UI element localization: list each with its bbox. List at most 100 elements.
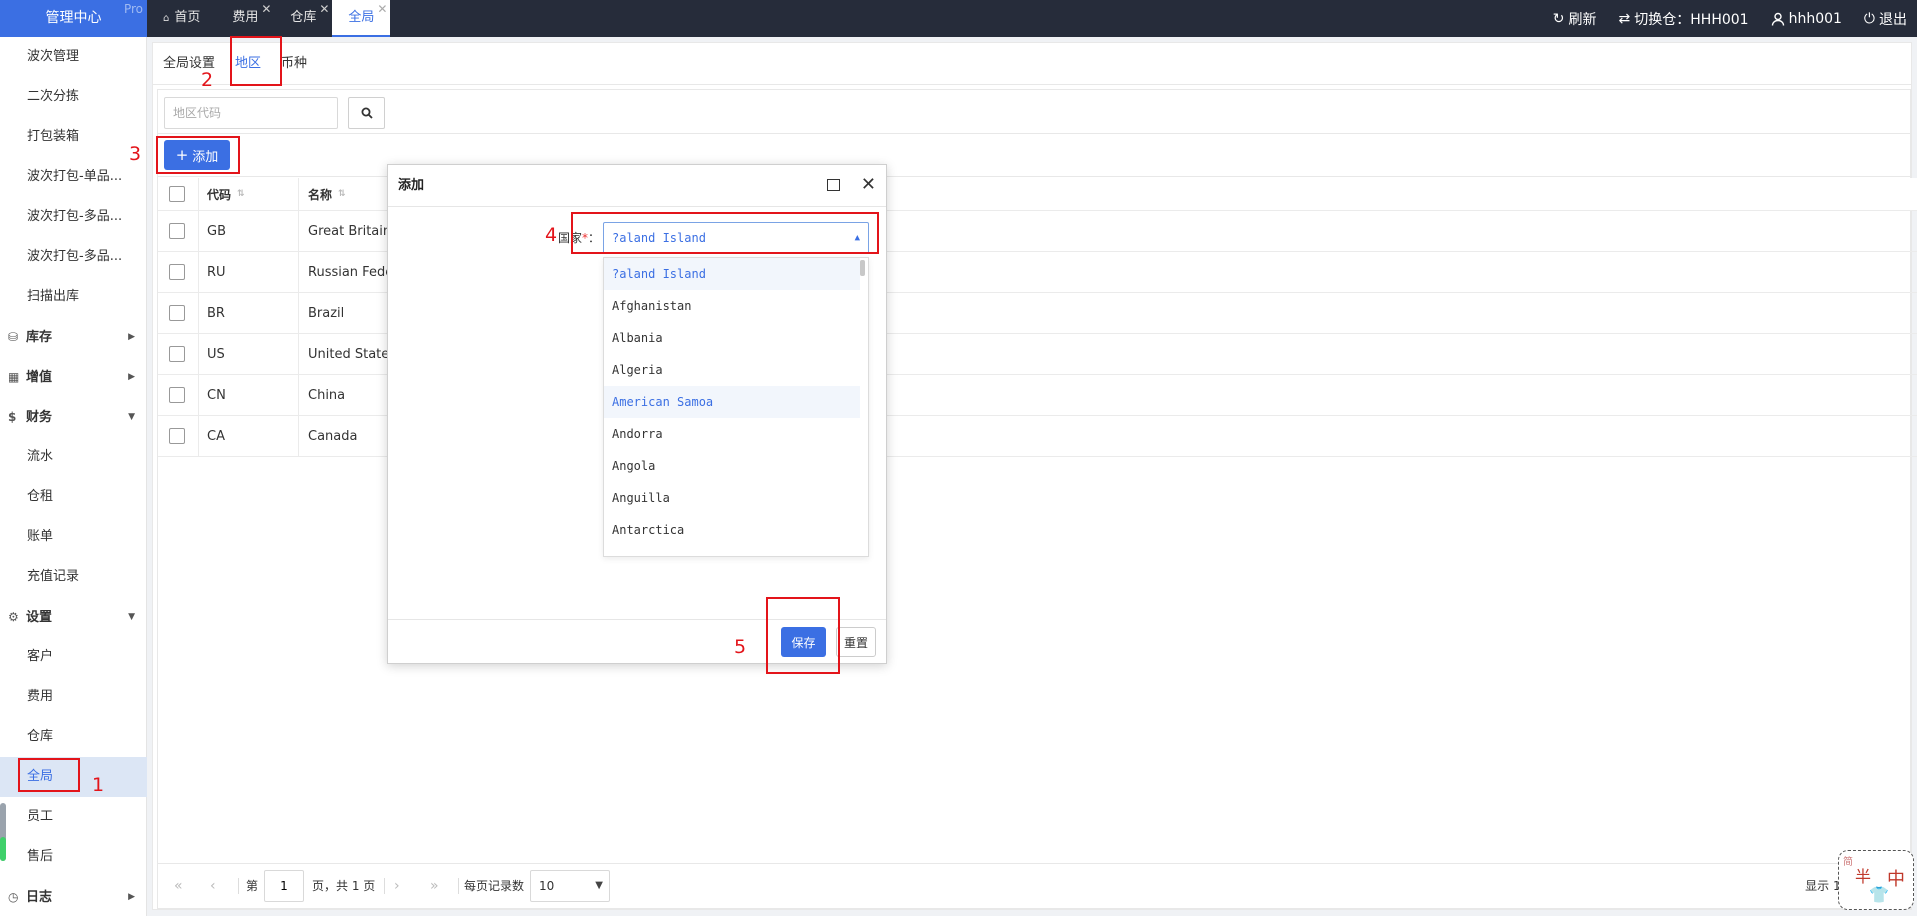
refresh-label: 刷新 — [1568, 11, 1597, 28]
row-checkbox[interactable] — [169, 264, 185, 280]
sidebar-item-fees[interactable]: 费用 — [0, 677, 147, 717]
sidebar-item-label: 员工 — [27, 809, 54, 824]
close-icon[interactable]: ✕ — [261, 0, 271, 27]
top-bar: 管理中心 Pro ⌂ 首页 费用 ✕ 仓库 ✕ 全局 ✕ ↻ 刷新 ⇄ 切换仓：… — [0, 0, 1917, 37]
column-header-code[interactable]: 代码 ⇅ — [198, 178, 298, 210]
country-option[interactable]: Angola — [604, 450, 860, 482]
sidebar-item-recharge-records[interactable]: 充值记录 — [0, 557, 147, 597]
next-page-icon[interactable]: › — [394, 864, 400, 909]
column-header-name[interactable]: 名称 ⇅ — [298, 178, 346, 210]
refresh-icon: ↻ — [1552, 10, 1565, 27]
prev-page-icon[interactable]: ‹ — [210, 864, 216, 909]
tab-home[interactable]: ⌂ 首页 — [147, 0, 216, 37]
tab-label: 全局 — [348, 10, 375, 25]
last-page-icon[interactable]: » — [430, 864, 439, 909]
cell-name: Brazil — [298, 293, 344, 333]
sidebar-group-settings[interactable]: ⚙ 设置 ▼ — [0, 597, 147, 637]
sidebar-group-label: 增值 — [26, 370, 53, 385]
cell-name: United States — [298, 334, 396, 374]
cell-code: GB — [198, 211, 298, 251]
logout-label: 退出 — [1879, 11, 1907, 28]
chevron-down-icon: ▼ — [128, 612, 135, 622]
sidebar-scroll-indicator — [0, 837, 6, 861]
select-all-checkbox[interactable] — [169, 186, 185, 202]
sidebar-item-transactions[interactable]: 流水 — [0, 437, 147, 477]
subtab-global-settings[interactable]: 全局设置 — [153, 43, 225, 84]
pager-divider — [384, 878, 385, 894]
first-page-icon[interactable]: « — [174, 864, 183, 909]
sidebar-item-warehouse[interactable]: 仓库 — [0, 717, 147, 757]
tab-fees[interactable]: 费用 ✕ — [216, 0, 274, 37]
per-page-label: 每页记录数 — [464, 879, 525, 893]
row-checkbox[interactable] — [169, 346, 185, 362]
cell-code: BR — [198, 293, 298, 333]
close-icon[interactable]: ✕ — [319, 0, 329, 27]
pagination: « ‹ 第 页，共 1 页 › » 每页记录数 10 ▼ 显示 1 - 6 多 — [158, 863, 1910, 908]
dialog-header: 添加 ✕ — [388, 165, 886, 207]
sidebar-item-label: 仓库 — [27, 729, 54, 744]
ime-status-badge[interactable]: 简 半 中 👕 — [1838, 850, 1914, 910]
annotation-number-4: 4 — [545, 224, 558, 246]
brand[interactable]: 管理中心 Pro — [0, 0, 147, 37]
tab-global[interactable]: 全局 ✕ — [332, 0, 391, 37]
page-prefix: 第 — [246, 879, 259, 893]
sidebar-group-logs[interactable]: ◷ 日志 ▶ — [0, 877, 147, 916]
cell-code: RU — [198, 252, 298, 292]
country-option[interactable]: Andorra — [604, 418, 860, 450]
annotation-box-2 — [230, 36, 282, 86]
sidebar-group-finance[interactable]: $ 财务 ▼ — [0, 397, 147, 437]
country-option[interactable]: Algeria — [604, 354, 860, 386]
sidebar-item-wave-management[interactable]: 波次管理 — [0, 37, 147, 77]
country-option[interactable]: American Samoa — [604, 386, 860, 418]
caret-down-icon: ▼ — [595, 880, 603, 891]
sidebar-item-wave-pack-multi-1[interactable]: 波次打包-多品... — [0, 197, 147, 237]
tab-label: 费用 — [232, 10, 259, 25]
sidebar-item-customers[interactable]: 客户 — [0, 637, 147, 677]
row-checkbox[interactable] — [169, 428, 185, 444]
sidebar-item-storage-rent[interactable]: 仓租 — [0, 477, 147, 517]
sidebar-item-bills[interactable]: 账单 — [0, 517, 147, 557]
cell-name: Russian Feder — [298, 252, 399, 292]
sidebar-group-label: 财务 — [26, 410, 53, 425]
country-option[interactable]: Antarctica — [604, 514, 860, 546]
region-code-search-input[interactable] — [164, 97, 338, 129]
chevron-right-icon: ▶ — [128, 892, 135, 902]
tab-warehouse[interactable]: 仓库 ✕ — [274, 0, 332, 37]
ime-simplified-mark: 简 — [1843, 857, 1853, 868]
country-option[interactable]: Albania — [604, 322, 860, 354]
tab-label: 首页 — [174, 10, 201, 25]
switch-warehouse-button[interactable]: ⇄ 切换仓：HHH001 — [1619, 9, 1749, 29]
country-option[interactable]: ?aland Island — [604, 258, 860, 290]
maximize-icon[interactable] — [827, 179, 840, 191]
sidebar-group-inventory[interactable]: ⛁ 库存 ▶ — [0, 317, 147, 357]
country-option[interactable]: Anguilla — [604, 482, 860, 514]
sidebar-item-packing[interactable]: 打包装箱 — [0, 117, 147, 157]
coins-icon: ⛁ — [8, 330, 19, 344]
page-number-input[interactable] — [264, 870, 304, 902]
user-label: hhh001 — [1788, 10, 1842, 27]
sidebar-item-after-sales[interactable]: 售后 — [0, 837, 147, 877]
sidebar-item-scan-outbound[interactable]: 扫描出库 — [0, 277, 147, 317]
search-button[interactable] — [348, 97, 385, 129]
grid-icon: ▦ — [8, 370, 20, 384]
sidebar-item-secondary-sorting[interactable]: 二次分拣 — [0, 77, 147, 117]
sidebar-group-value-added[interactable]: ▦ 增值 ▶ — [0, 357, 147, 397]
user-menu[interactable]: hhh001 — [1771, 11, 1842, 27]
row-checkbox[interactable] — [169, 223, 185, 239]
app-root: 管理中心 Pro ⌂ 首页 费用 ✕ 仓库 ✕ 全局 ✕ ↻ 刷新 ⇄ 切换仓：… — [0, 0, 1917, 916]
annotation-number-2: 2 — [201, 69, 214, 91]
dropdown-scrollbar[interactable] — [860, 260, 865, 276]
sidebar-item-label: 波次打包-单品... — [27, 169, 123, 184]
row-checkbox[interactable] — [169, 305, 185, 321]
refresh-button[interactable]: ↻ 刷新 — [1553, 9, 1597, 29]
sidebar-item-wave-pack-single[interactable]: 波次打包-单品... — [0, 157, 147, 197]
logout-button[interactable]: ⏻ 退出 — [1864, 9, 1907, 29]
close-icon[interactable]: ✕ — [861, 173, 876, 197]
close-icon[interactable]: ✕ — [377, 0, 387, 27]
reset-button[interactable]: 重置 — [836, 627, 876, 657]
sidebar-item-wave-pack-multi-2[interactable]: 波次打包-多品... — [0, 237, 147, 277]
row-checkbox[interactable] — [169, 387, 185, 403]
page-size-select[interactable]: 10 ▼ — [530, 870, 610, 902]
country-option[interactable]: Afghanistan — [604, 290, 860, 322]
sidebar-item-staff[interactable]: 员工 — [0, 797, 147, 837]
